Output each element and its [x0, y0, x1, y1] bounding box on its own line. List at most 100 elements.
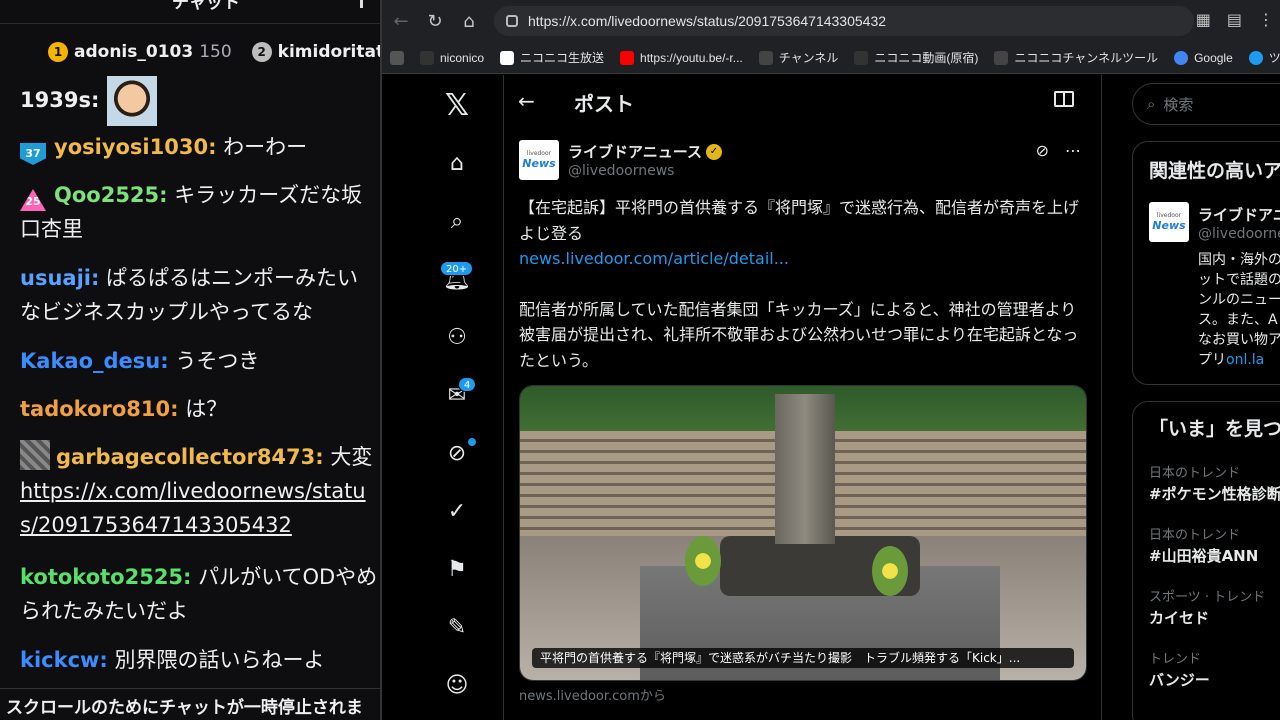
author-name[interactable]: ライブドアニュース ✓: [568, 141, 722, 162]
related-accounts-card: 関連性の高いア livedoor News ライブドアニ @livedoorne…: [1132, 141, 1280, 385]
search-placeholder: 検索: [1163, 95, 1194, 114]
chat-paused-notice[interactable]: スクロールのためにチャットが一時停止されま: [0, 688, 380, 720]
nicolive-icon: [500, 50, 515, 65]
chat-link[interactable]: https://x.com/livedoornews/status/209175…: [20, 474, 378, 542]
related-title: 関連性の高いア: [1149, 160, 1280, 182]
bookmark-label: ニコニコ動画(原宿): [874, 51, 979, 65]
chat-username[interactable]: Kakao_desu:: [20, 349, 169, 373]
chat-username[interactable]: 1939s:: [20, 88, 99, 112]
chat-body: うそつき: [168, 349, 260, 373]
site-info-icon[interactable]: [506, 15, 518, 27]
leaderboard-score: 150: [199, 42, 232, 62]
follow-people-icon[interactable]: ⚇: [437, 317, 477, 357]
folder-icon: [420, 50, 434, 65]
chat-username[interactable]: Qoo2525:: [54, 183, 168, 207]
related-bio-link[interactable]: onl.la: [1226, 352, 1264, 368]
reload-icon[interactable]: ↻: [420, 6, 450, 36]
logo-top-text: livedoor: [1156, 212, 1182, 219]
search-icon: ⌕: [1147, 95, 1156, 113]
leaderboard-name: kimidoritatey: [277, 42, 380, 62]
bookmark-label: niconico: [440, 50, 485, 65]
logo-main-text: News: [1152, 219, 1186, 232]
leaderboard-entry[interactable]: 1 adonis_0103 150: [48, 42, 232, 62]
post-header: ← ポスト: [504, 75, 1102, 130]
extensions-icon[interactable]: ▦: [1196, 10, 1211, 29]
trend-context: 日本のトレンド: [1149, 466, 1241, 481]
bookmark-label: ニコニコチャンネルツール: [1014, 51, 1159, 65]
leaderboard-entry[interactable]: 2 kimidoritatey: [251, 42, 380, 62]
chat-username[interactable]: kotokoto2525:: [20, 565, 191, 589]
author-handle[interactable]: @livedoornews: [568, 163, 674, 179]
chat-message: 25 Qoo2525: キラッカーズだな坂口杏里: [20, 178, 378, 246]
verified-orgs-icon[interactable]: ✓: [437, 491, 477, 531]
chat-body: は？: [178, 397, 228, 421]
url-text: https://x.com/livedoornews/status/209175…: [528, 13, 887, 29]
related-avatar[interactable]: livedoor News: [1149, 202, 1189, 242]
twitter-icon: [1248, 50, 1263, 65]
address-bar[interactable]: https://x.com/livedoornews/status/209175…: [494, 6, 1194, 36]
messages-count-badge: 4: [458, 377, 477, 392]
browser-window: ← ↻ ⌂ https://x.com/livedoornews/status/…: [380, 0, 1280, 720]
chat-username[interactable]: tadokoro810:: [20, 397, 179, 421]
image-monument: [775, 394, 835, 544]
bookmarks-icon[interactable]: ⚑: [437, 549, 477, 589]
trend-title: #山田裕貴ANN: [1149, 547, 1259, 565]
trend-item[interactable]: スポーツ · トレンド カイセド: [1149, 586, 1280, 628]
home-icon[interactable]: ⌂: [437, 143, 477, 183]
author-avatar[interactable]: livedoor News: [519, 140, 559, 180]
image-flowers: [872, 546, 908, 596]
post-link[interactable]: news.livedoor.com/article/detail...: [519, 246, 1089, 272]
home-icon[interactable]: ⌂: [454, 6, 484, 36]
x-logo-icon[interactable]: 𝕏: [437, 85, 477, 125]
bookmarks-bar: niconico ニコニコ生放送 https://youtu.be/-r... …: [382, 42, 1280, 74]
articles-icon[interactable]: ✎: [437, 607, 477, 647]
trends-card: 「いま」を見つ 日本のトレンド #ポケモン性格診断 日本のトレンド #山田裕貴A…: [1132, 401, 1280, 720]
chat-message: 1939s:: [20, 76, 378, 126]
profile-icon[interactable]: ☺: [437, 665, 477, 705]
related-handle[interactable]: @livedoorne: [1198, 226, 1280, 242]
post-link-card[interactable]: 平将門の首供養する『将門塚』で迷惑系がバチ当たり撮影 トラブル頻発する「Kick…: [519, 385, 1087, 681]
menu-icon[interactable]: ⋮: [1258, 10, 1274, 29]
trend-item[interactable]: 日本のトレンド #山田裕貴ANN: [1149, 524, 1280, 566]
bookmark-item[interactable]: ニコニコチャンネルツール: [994, 49, 1158, 66]
page-title: ポスト: [574, 92, 634, 116]
reader-mode-icon[interactable]: [1054, 91, 1074, 107]
chat-message: garbagecollector8473: 大変 https://x.com/l…: [20, 440, 378, 542]
grok-icon[interactable]: ⊘: [1036, 141, 1049, 160]
bookmark-item[interactable]: ツイ: [1248, 49, 1280, 66]
chat-username[interactable]: kickcw:: [20, 648, 108, 672]
chat-body: 別界隈の話いらねーよ: [107, 648, 325, 672]
x-main-column: ← ポスト livedoor News ライブドアニュース ✓ @livedoo…: [504, 75, 1102, 720]
bookmark-label: ニコニコ生放送: [520, 51, 605, 65]
trend-title: バンジー: [1149, 671, 1210, 689]
search-input[interactable]: ⌕ 検索: [1132, 83, 1280, 125]
bookmark-item[interactable]: Google: [1174, 50, 1233, 65]
bookmark-item[interactable]: ニコニコ動画(原宿): [854, 49, 978, 66]
trend-item[interactable]: 日本のトレンド #ポケモン性格診断: [1149, 462, 1280, 504]
reading-list-icon[interactable]: ▤: [1227, 10, 1242, 29]
back-arrow-icon[interactable]: ←: [518, 89, 535, 113]
more-options-icon[interactable]: ⋯: [1065, 141, 1081, 160]
chat-username[interactable]: usuaji:: [20, 266, 99, 290]
niconico-icon: [758, 50, 773, 65]
bookmark-item[interactable]: https://youtu.be/-r...: [620, 50, 743, 65]
gifter-badge-icon[interactable]: 25: [20, 189, 46, 211]
browser-toolbar: ← ↻ ⌂ https://x.com/livedoornews/status/…: [382, 0, 1280, 42]
trend-context: スポーツ · トレンド: [1149, 590, 1266, 605]
trend-item[interactable]: トレンド バンジー: [1149, 648, 1280, 690]
explore-search-icon[interactable]: ⌕: [437, 201, 477, 241]
bookmark-item[interactable]: niconico: [420, 50, 485, 65]
bookmark-item[interactable]: [390, 50, 404, 65]
link-card-source[interactable]: news.livedoor.comから: [519, 685, 666, 704]
chat-username[interactable]: yosiyosi1030:: [54, 135, 216, 159]
author-name-text: ライブドアニュース: [568, 143, 702, 161]
post-line-1: 【在宅起訴】平将門の首供養する『将門塚』で迷惑行為、配信者が奇声を上げよじ登る: [519, 198, 1080, 243]
chat-username[interactable]: garbagecollector8473:: [56, 445, 324, 469]
related-name[interactable]: ライブドアニ: [1198, 204, 1280, 225]
bookmark-item[interactable]: ニコニコ生放送: [500, 49, 604, 66]
back-arrow-icon[interactable]: ←: [386, 6, 416, 36]
trend-title: カイセド: [1149, 609, 1210, 627]
bookmark-label: Google: [1194, 50, 1233, 65]
subscriber-badge-icon[interactable]: 37: [20, 143, 46, 165]
bookmark-item[interactable]: チャンネル: [758, 49, 838, 66]
